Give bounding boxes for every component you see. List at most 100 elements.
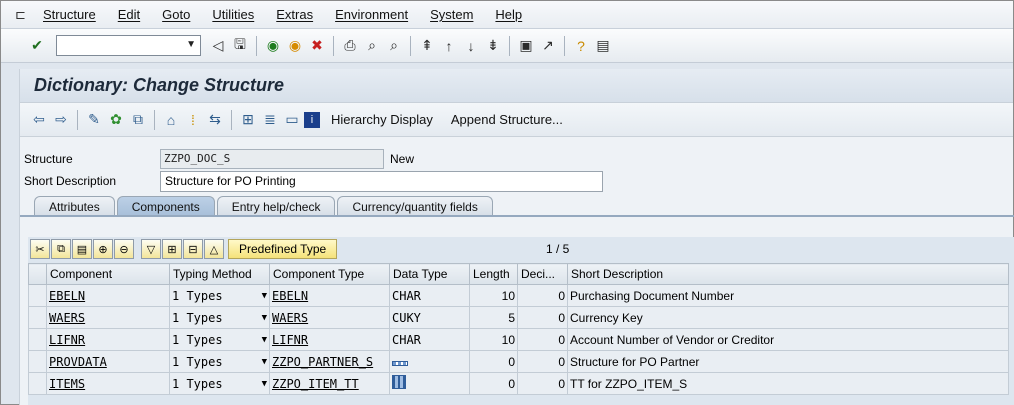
col-header-component-type[interactable]: Component Type bbox=[269, 263, 390, 285]
enter-check-icon[interactable]: ✔ bbox=[27, 36, 47, 56]
predefined-type-button[interactable]: Predefined Type bbox=[228, 239, 338, 259]
component-type-cell[interactable]: EBELN bbox=[269, 284, 390, 307]
hierarchy-display-button[interactable]: Hierarchy Display bbox=[331, 112, 433, 127]
menu-utilities[interactable]: Utilities bbox=[212, 7, 254, 22]
row-selector[interactable] bbox=[28, 328, 47, 351]
cancel-red-icon[interactable]: ✖ bbox=[307, 36, 327, 56]
save-icon[interactable]: 🖫 bbox=[230, 36, 250, 56]
display-change-icon[interactable]: ✎ bbox=[84, 110, 104, 130]
tab-entry-help-check[interactable]: Entry help/check bbox=[216, 196, 336, 216]
menu-goto[interactable]: Goto bbox=[162, 7, 190, 22]
col-header-short-description[interactable]: Short Description bbox=[567, 263, 1009, 285]
copy-icon[interactable]: ⧉ bbox=[51, 239, 71, 259]
chevron-down-icon[interactable]: ▼ bbox=[186, 39, 196, 50]
row-selector[interactable] bbox=[28, 306, 47, 329]
col-header-component[interactable]: Component bbox=[46, 263, 170, 285]
menu-structure[interactable]: Structure bbox=[43, 7, 96, 22]
tab-attributes[interactable]: Attributes bbox=[34, 196, 115, 216]
menu-system[interactable]: System bbox=[430, 7, 473, 22]
find-icon[interactable]: ⌕ bbox=[362, 36, 382, 56]
display-object-icon[interactable]: ▭ bbox=[282, 110, 302, 130]
collapse-icon[interactable]: ⊟ bbox=[183, 239, 203, 259]
structure-field[interactable]: ZZPO_DOC_S bbox=[160, 149, 384, 169]
toolbar-separator bbox=[564, 35, 565, 56]
row-selector[interactable] bbox=[28, 372, 47, 395]
chevron-down-icon[interactable]: ▼ bbox=[262, 291, 267, 301]
col-header-length[interactable]: Length bbox=[469, 263, 518, 285]
typing-method-cell[interactable]: 1 Types ▼ bbox=[169, 328, 270, 351]
tab-components[interactable]: Components bbox=[116, 196, 215, 216]
table-row: WAERS 1 Types ▼ WAERS CUKY 5 0 Currency K… bbox=[28, 306, 1009, 329]
col-header-decimals[interactable]: Deci... bbox=[517, 263, 568, 285]
menu-edit[interactable]: Edit bbox=[118, 7, 140, 22]
first-page-icon[interactable]: ⇞ bbox=[417, 36, 437, 56]
chevron-down-icon[interactable]: ▼ bbox=[262, 379, 267, 389]
table-row: ITEMS 1 Types ▼ ZZPO_ITEM_TT 0 0 TT for Z… bbox=[28, 372, 1009, 395]
customize-layout-icon[interactable]: ▤ bbox=[593, 36, 613, 56]
toolbar-separator bbox=[256, 35, 257, 56]
command-field[interactable]: ▼ bbox=[56, 35, 201, 56]
filter-icon[interactable]: ▽ bbox=[141, 239, 161, 259]
back-arrow-icon[interactable]: ◁ bbox=[208, 36, 228, 56]
expand-icon[interactable]: ⊞ bbox=[162, 239, 182, 259]
back-icon[interactable]: ⇦ bbox=[29, 110, 49, 130]
row-selector[interactable] bbox=[28, 284, 47, 307]
delete-row-icon[interactable]: ⊖ bbox=[114, 239, 134, 259]
check-icon[interactable]: ✿ bbox=[106, 110, 126, 130]
component-type-cell[interactable]: ZZPO_ITEM_TT bbox=[269, 372, 390, 395]
chevron-down-icon[interactable]: ▼ bbox=[262, 313, 267, 323]
previous-page-icon[interactable]: ↑ bbox=[439, 36, 459, 56]
where-used-icon[interactable]: ⌂ bbox=[161, 110, 181, 130]
back-green-icon[interactable]: ◉ bbox=[263, 36, 283, 56]
col-header-typing-method[interactable]: Typing Method bbox=[169, 263, 270, 285]
decimals-cell: 0 bbox=[517, 284, 568, 307]
exit-yellow-icon[interactable]: ◉ bbox=[285, 36, 305, 56]
select-all-header[interactable] bbox=[28, 263, 47, 285]
table-toolbar: ✂ ⧉ ▤ ⊕ ⊖ ▽ ⊞ ⊟ △ Predefined Type 1 / 5 bbox=[28, 237, 1014, 261]
typing-method-cell[interactable]: 1 Types ▼ bbox=[169, 306, 270, 329]
forward-icon[interactable]: ⇨ bbox=[51, 110, 71, 130]
component-cell[interactable]: LIFNR bbox=[46, 328, 170, 351]
paste-icon[interactable]: ▤ bbox=[72, 239, 92, 259]
toolbar-separator bbox=[154, 109, 155, 130]
next-page-icon[interactable]: ↓ bbox=[461, 36, 481, 56]
menu-extras[interactable]: Extras bbox=[276, 7, 313, 22]
object-list-icon[interactable]: ⁞ bbox=[183, 110, 203, 130]
print-structure-icon[interactable]: ≣ bbox=[260, 110, 280, 130]
create-session-icon[interactable]: ▣ bbox=[516, 36, 536, 56]
last-page-icon[interactable]: ⇟ bbox=[483, 36, 503, 56]
menu-help[interactable]: Help bbox=[495, 7, 522, 22]
typing-method-cell[interactable]: 1 Types ▼ bbox=[169, 284, 270, 307]
shortcut-icon[interactable]: ↗ bbox=[538, 36, 558, 56]
short-description-field[interactable]: Structure for PO Printing bbox=[160, 170, 603, 192]
component-cell[interactable]: EBELN bbox=[46, 284, 170, 307]
help-icon[interactable]: ? bbox=[571, 36, 591, 56]
hierarchy-icon[interactable]: ⊞ bbox=[238, 110, 258, 130]
row-selector[interactable] bbox=[28, 350, 47, 373]
short-description-cell: TT for ZZPO_ITEM_S bbox=[567, 372, 1009, 395]
insert-row-icon[interactable]: ⊕ bbox=[93, 239, 113, 259]
activate-icon[interactable]: ⧉ bbox=[128, 110, 148, 130]
component-type-cell[interactable]: WAERS bbox=[269, 306, 390, 329]
print-icon[interactable]: ⎙ bbox=[340, 36, 360, 56]
append-structure-button[interactable]: Append Structure... bbox=[451, 112, 563, 127]
component-type-cell[interactable]: LIFNR bbox=[269, 328, 390, 351]
typing-method-cell[interactable]: 1 Types ▼ bbox=[169, 372, 270, 395]
chevron-down-icon[interactable]: ▼ bbox=[262, 335, 267, 345]
find-next-icon[interactable]: ⌕ bbox=[384, 36, 404, 56]
info-icon[interactable]: i bbox=[304, 111, 320, 128]
component-cell[interactable]: ITEMS bbox=[46, 372, 170, 395]
chevron-down-icon[interactable]: ▼ bbox=[262, 357, 267, 367]
component-cell[interactable]: WAERS bbox=[46, 306, 170, 329]
menu-environment[interactable]: Environment bbox=[335, 7, 408, 22]
tab-currency-quantity-fields[interactable]: Currency/quantity fields bbox=[337, 196, 493, 216]
sap-menu-icon[interactable]: ⊏ bbox=[15, 7, 33, 23]
col-header-data-type[interactable]: Data Type bbox=[389, 263, 470, 285]
component-cell[interactable]: PROVDATA bbox=[46, 350, 170, 373]
typing-method-cell[interactable]: 1 Types ▼ bbox=[169, 350, 270, 373]
sort-up-icon[interactable]: △ bbox=[204, 239, 224, 259]
short-description-cell: Currency Key bbox=[567, 306, 1009, 329]
navigation-icon[interactable]: ⇆ bbox=[205, 110, 225, 130]
component-type-cell[interactable]: ZZPO_PARTNER_S bbox=[269, 350, 390, 373]
cut-icon[interactable]: ✂ bbox=[30, 239, 50, 259]
